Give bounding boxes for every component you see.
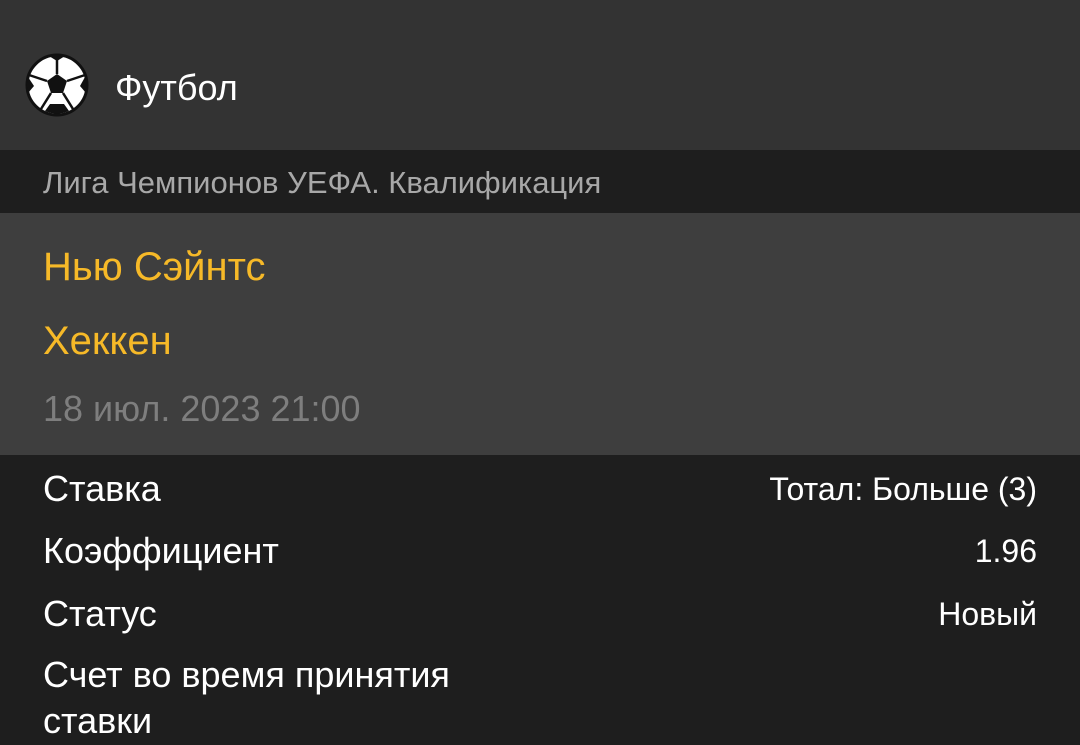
sport-header: Футбол bbox=[0, 0, 1080, 150]
match-datetime: 18 июл. 2023 21:00 bbox=[43, 388, 361, 429]
bet-value: Тотал: Больше (3) bbox=[769, 471, 1037, 507]
soccer-ball-icon bbox=[25, 53, 89, 117]
home-team-name: Нью Сэйнтс bbox=[43, 245, 266, 289]
away-team-name: Хеккен bbox=[43, 319, 172, 363]
status-label: Статус bbox=[43, 593, 157, 634]
odds-value: 1.96 bbox=[974, 533, 1037, 569]
score-at-bet-label: Счет во время принятия ставки bbox=[43, 654, 450, 741]
league-name: Лига Чемпионов УЕФА. Квалификация bbox=[43, 165, 602, 200]
bet-label: Ставка bbox=[43, 468, 161, 509]
status-value: Новый bbox=[938, 596, 1037, 632]
sport-title: Футбол bbox=[115, 67, 238, 108]
odds-label: Коэффициент bbox=[43, 530, 279, 571]
